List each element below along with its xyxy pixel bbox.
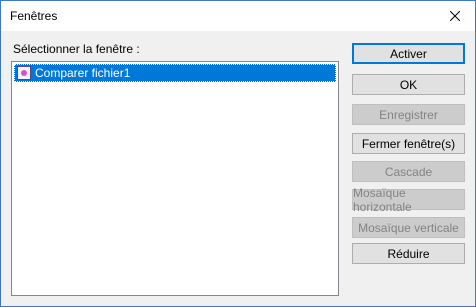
close-button[interactable]: [435, 1, 475, 31]
minimize-button[interactable]: Réduire: [352, 243, 465, 264]
window-list-label: Sélectionner la fenêtre :: [13, 42, 140, 56]
cascade-button[interactable]: Cascade: [352, 161, 465, 182]
window-title: Fenêtres: [10, 9, 58, 23]
windows-dialog: Fenêtres Sélectionner la fenêtre : Compa…: [0, 0, 476, 307]
ok-button[interactable]: OK: [352, 74, 465, 95]
tile-vertical-button[interactable]: Mosaïque verticale: [352, 217, 465, 238]
close-icon: [450, 11, 460, 21]
save-button[interactable]: Enregistrer: [352, 104, 465, 125]
compare-document-icon: [17, 66, 31, 80]
tile-horizontal-button[interactable]: Mosaïque horizontale: [352, 186, 465, 214]
close-windows-button[interactable]: Fermer fenêtre(s): [352, 133, 465, 154]
title-bar: Fenêtres: [1, 1, 475, 31]
activate-button[interactable]: Activer: [352, 43, 465, 64]
list-item[interactable]: Comparer fichier1: [14, 64, 336, 82]
window-listbox[interactable]: Comparer fichier1: [11, 61, 339, 296]
list-item-label: Comparer fichier1: [35, 66, 131, 80]
